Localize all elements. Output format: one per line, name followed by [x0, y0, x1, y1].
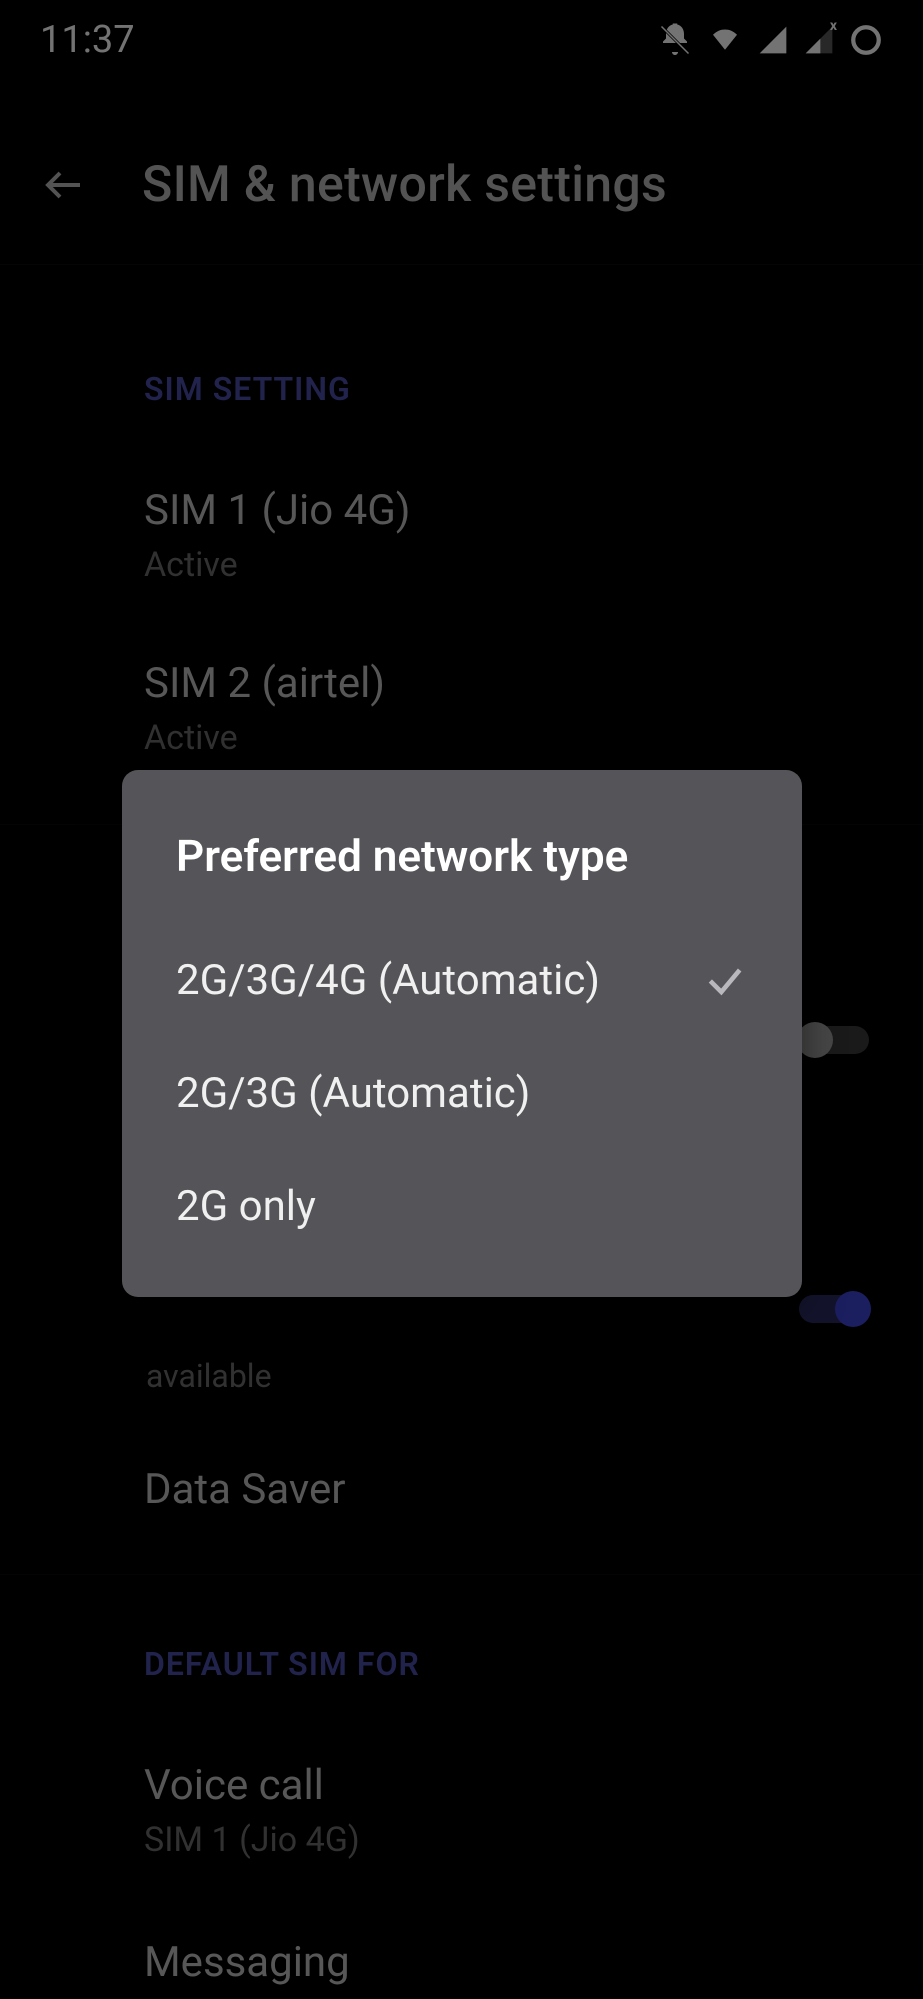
option-2g[interactable]: 2G only: [122, 1150, 802, 1263]
check-icon: [702, 958, 748, 1004]
option-label: 2G only: [176, 1182, 316, 1231]
option-label: 2G/3G/4G (Automatic): [176, 956, 600, 1005]
check-placeholder: [702, 1184, 748, 1230]
check-placeholder: [702, 1071, 748, 1117]
option-label: 2G/3G (Automatic): [176, 1069, 530, 1118]
option-2g3g4g[interactable]: 2G/3G/4G (Automatic): [122, 924, 802, 1037]
option-2g3g[interactable]: 2G/3G (Automatic): [122, 1037, 802, 1150]
dialog-title: Preferred network type: [122, 830, 802, 924]
network-type-dialog: Preferred network type 2G/3G/4G (Automat…: [122, 770, 802, 1297]
